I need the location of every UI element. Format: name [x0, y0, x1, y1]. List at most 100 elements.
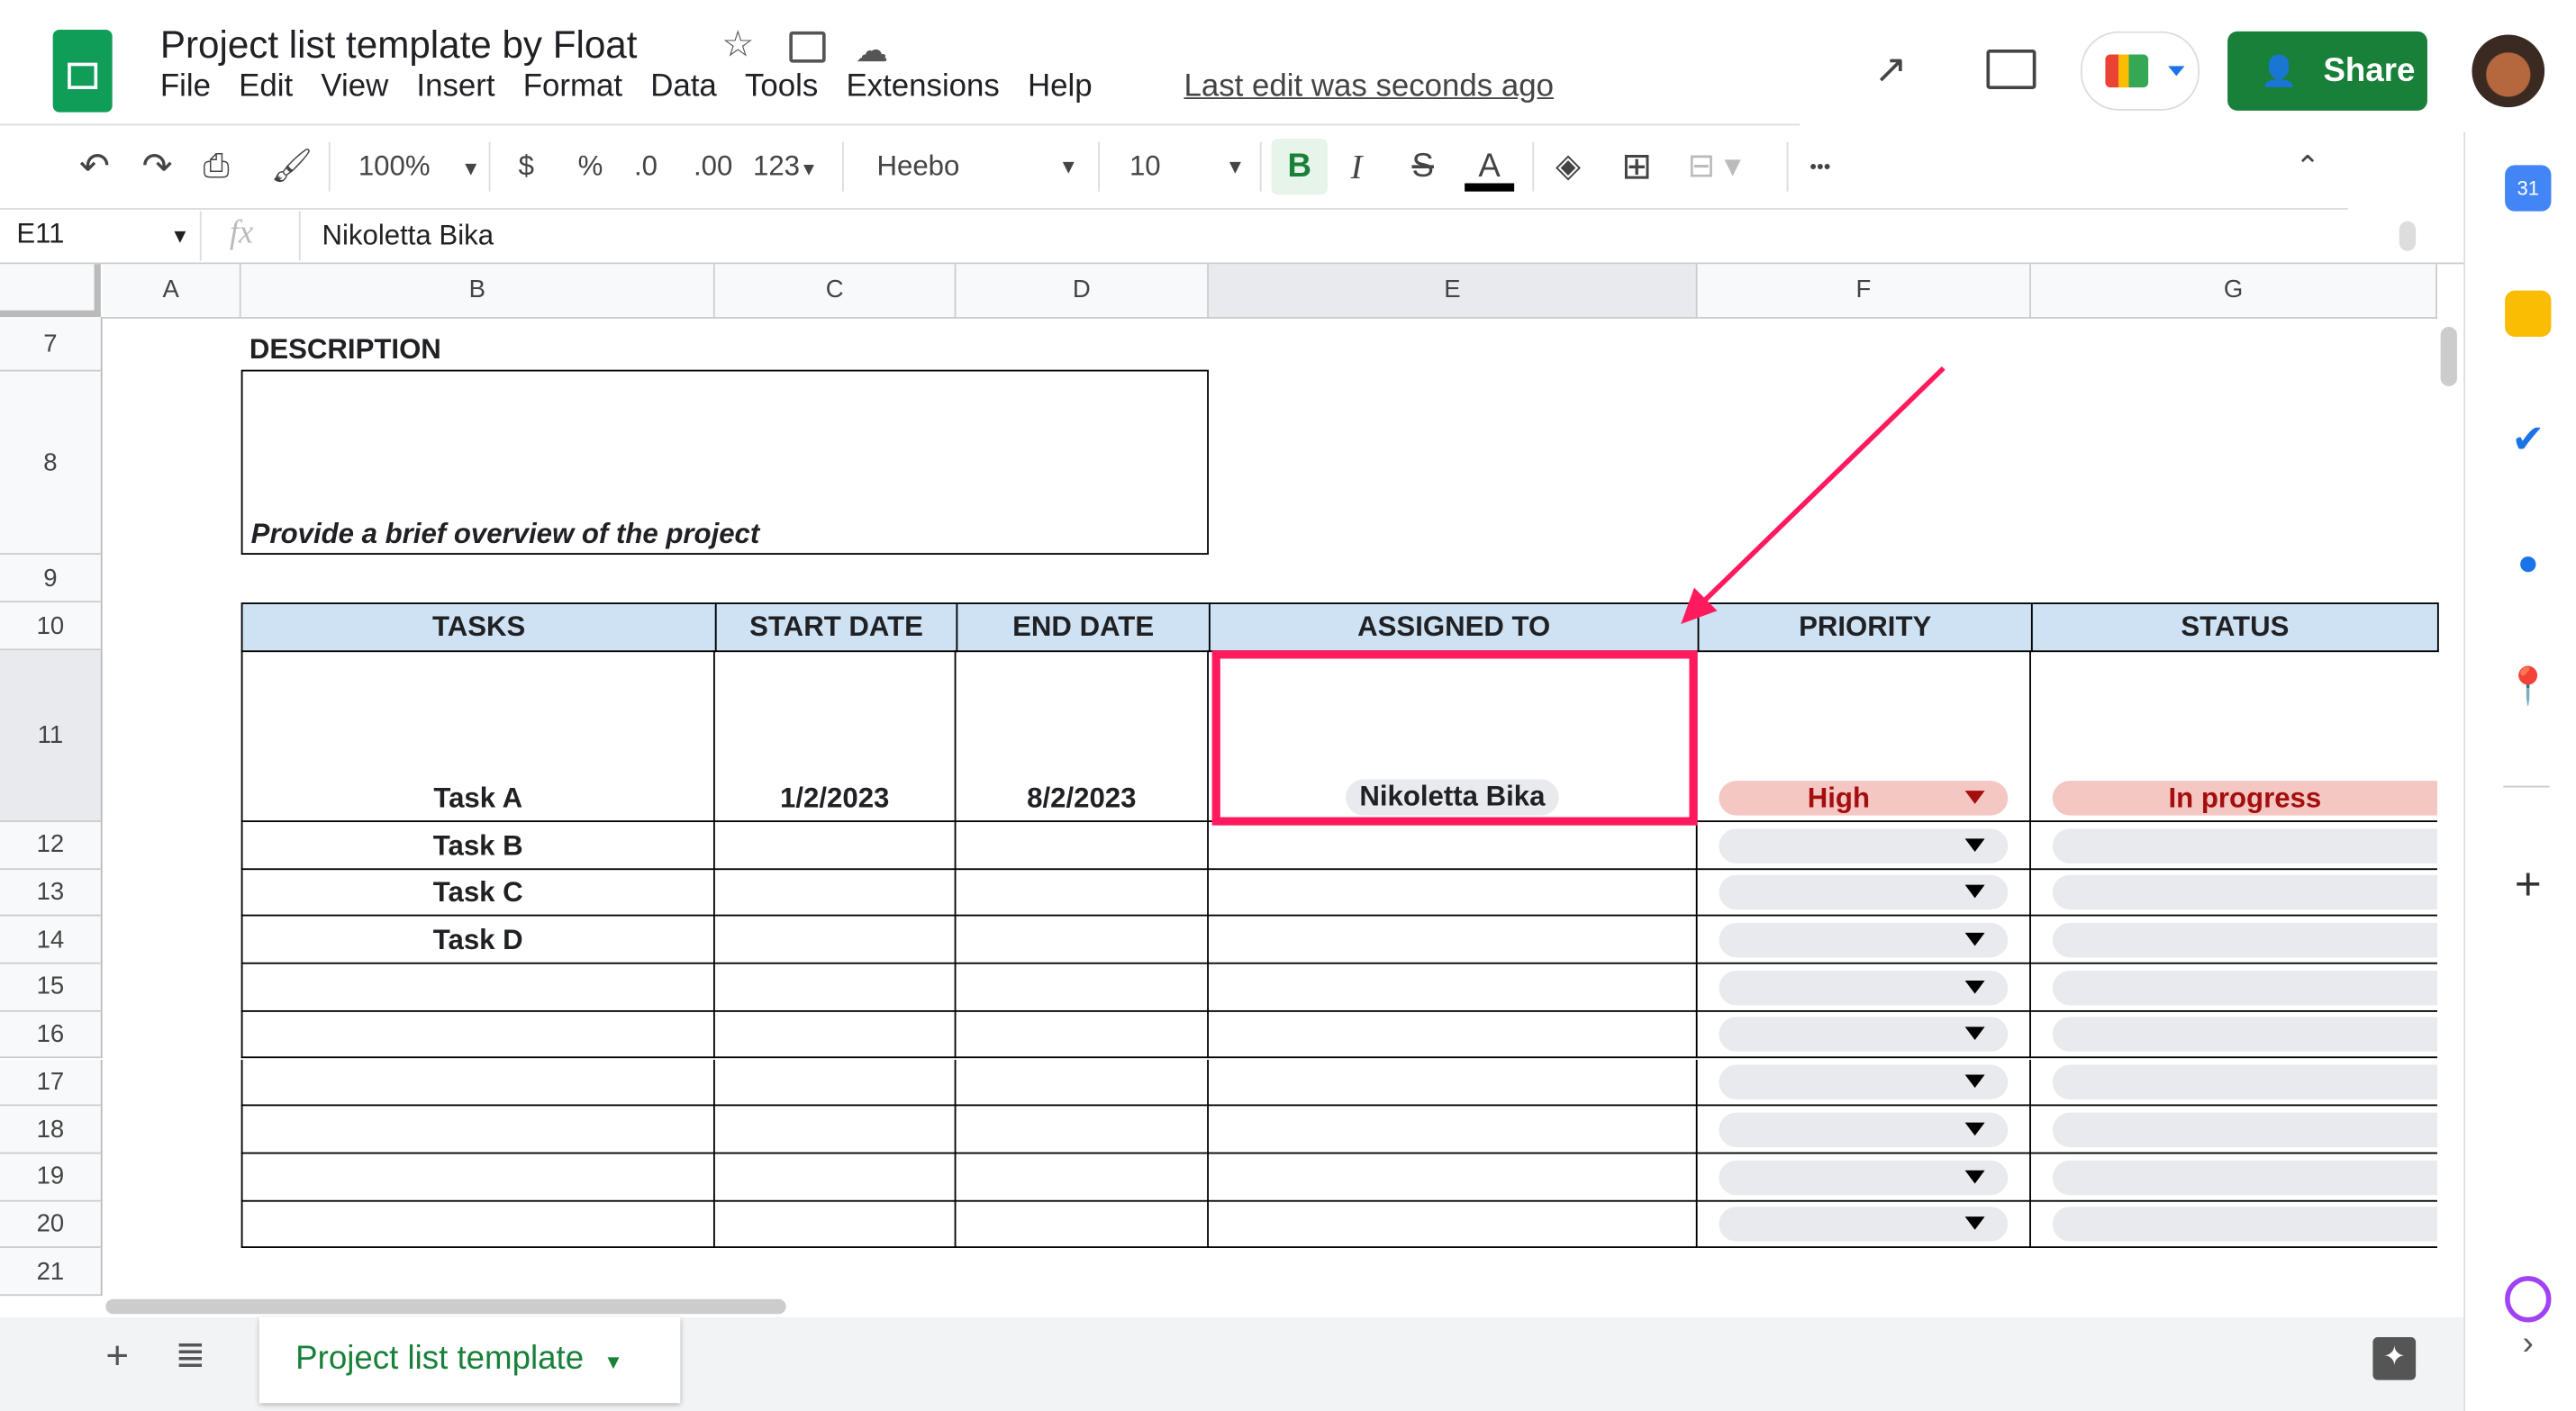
cell-priority[interactable]	[1697, 1011, 2031, 1060]
currency-button[interactable]: $	[519, 145, 534, 188]
sheets-logo[interactable]	[52, 29, 113, 113]
priority-dropdown[interactable]	[1719, 1207, 2009, 1243]
redo-button[interactable]: ↷	[142, 145, 173, 188]
cell-task[interactable]	[240, 1106, 715, 1154]
percent-button[interactable]: %	[578, 145, 603, 188]
cell-priority[interactable]	[1697, 963, 2031, 1012]
priority-dropdown[interactable]	[1719, 1064, 2009, 1100]
italic-button[interactable]: I	[1351, 145, 1363, 188]
formula-input[interactable]: Nikoletta Bika	[322, 220, 494, 253]
cell-assigned[interactable]	[1208, 869, 1698, 918]
cell-start[interactable]	[714, 1106, 957, 1154]
cell-assigned[interactable]	[1208, 1059, 1698, 1107]
row-header-10[interactable]: 10	[0, 602, 103, 651]
paint-format-button[interactable]: 🖌	[271, 145, 313, 188]
menu-tools[interactable]: Tools	[745, 69, 818, 104]
cell-status[interactable]	[2030, 1201, 2437, 1249]
status-dropdown[interactable]	[2052, 970, 2437, 1006]
column-header-b[interactable]: B	[240, 264, 715, 319]
select-all-corner[interactable]	[0, 264, 101, 317]
status-dropdown[interactable]	[2052, 1064, 2437, 1100]
column-header-d[interactable]: D	[956, 264, 1209, 319]
cell-start[interactable]	[714, 1059, 957, 1107]
cell-priority[interactable]	[1697, 869, 2031, 918]
expand-panel-icon[interactable]: ›	[2505, 1325, 2551, 1371]
row-header-16[interactable]: 16	[0, 1011, 103, 1060]
cell-status[interactable]	[2030, 1107, 2437, 1154]
cell-status[interactable]	[2030, 822, 2437, 870]
cell-start[interactable]	[714, 869, 957, 918]
formula-scroll[interactable]	[2399, 221, 2417, 251]
cell-status[interactable]: In progress	[2030, 650, 2437, 822]
cell-start[interactable]	[714, 917, 957, 964]
row-header-19[interactable]: 19	[0, 1153, 103, 1201]
print-button[interactable]: ⎙	[203, 145, 229, 188]
keep-icon[interactable]	[2505, 290, 2552, 337]
tasks-icon[interactable]: ✔	[2505, 416, 2551, 462]
row-header-11[interactable]: 11	[0, 650, 103, 822]
cell-start[interactable]	[714, 1200, 957, 1249]
column-header-e[interactable]: E	[1208, 264, 1698, 319]
cell-end[interactable]: 8/2/2023	[956, 650, 1209, 822]
add-sheet-button[interactable]: +	[105, 1334, 129, 1379]
row-header-13[interactable]: 13	[0, 869, 103, 918]
row-header-21[interactable]: 21	[0, 1248, 103, 1297]
menu-edit[interactable]: Edit	[239, 69, 293, 104]
cell-priority[interactable]	[1697, 917, 2031, 964]
font-select[interactable]: Heebo ▼	[876, 145, 1078, 188]
row-header-12[interactable]: 12	[0, 821, 103, 870]
font-size-select[interactable]: 10 ▼	[1129, 145, 1245, 188]
cell-start[interactable]	[714, 1011, 957, 1060]
cell-assigned[interactable]	[1208, 1200, 1698, 1249]
row-header-18[interactable]: 18	[0, 1106, 103, 1154]
trend-icon[interactable]: ↗	[1874, 46, 1908, 94]
cell-task[interactable]	[240, 1011, 715, 1060]
cell-priority[interactable]: High	[1697, 650, 2031, 822]
column-header-g[interactable]: G	[2030, 264, 2437, 319]
priority-dropdown[interactable]	[1719, 970, 2009, 1006]
column-header-a[interactable]: A	[102, 264, 241, 319]
undo-button[interactable]: ↶	[79, 145, 110, 188]
cell-end[interactable]	[956, 1106, 1209, 1154]
menu-extensions[interactable]: Extensions	[846, 69, 999, 104]
cell-end[interactable]	[956, 1153, 1209, 1201]
share-button[interactable]: 👤 Share	[2227, 31, 2427, 111]
cell-task[interactable]	[240, 1153, 715, 1201]
cell-end[interactable]	[956, 1011, 1209, 1060]
sheet-tab[interactable]: Project list template ▼	[259, 1316, 681, 1404]
priority-dropdown[interactable]	[1719, 1160, 2009, 1195]
cell-assigned[interactable]	[1208, 1011, 1698, 1060]
row-header-8[interactable]: 8	[0, 371, 103, 555]
row-header-9[interactable]: 9	[0, 554, 103, 603]
priority-dropdown[interactable]	[1719, 922, 2009, 958]
cell-task[interactable]: Task A	[240, 650, 715, 822]
menu-format[interactable]: Format	[523, 69, 622, 104]
calendar-icon[interactable]: 31	[2505, 165, 2552, 212]
menu-insert[interactable]: Insert	[416, 69, 494, 104]
strikethrough-button[interactable]: S	[1411, 145, 1433, 188]
status-dropdown[interactable]	[2052, 828, 2437, 864]
row-header-15[interactable]: 15	[0, 963, 103, 1012]
name-box[interactable]: E11 ▼	[16, 218, 189, 251]
cell-status[interactable]	[2030, 1011, 2437, 1060]
star-icon[interactable]: ☆	[721, 23, 754, 67]
increase-decimal-button[interactable]: .00	[694, 145, 732, 188]
cell-end[interactable]	[956, 1200, 1209, 1249]
collapse-icon[interactable]: ⌃	[2295, 145, 2320, 188]
cell-priority[interactable]	[1697, 821, 2031, 870]
priority-dropdown[interactable]	[1719, 1112, 2009, 1147]
bold-button[interactable]: B	[1271, 138, 1328, 195]
cell-end[interactable]	[956, 1059, 1209, 1107]
cell-assigned[interactable]	[1208, 821, 1698, 870]
maps-icon[interactable]: 📍	[2505, 665, 2551, 711]
cell-end[interactable]	[956, 821, 1209, 870]
cell-status[interactable]	[2030, 964, 2437, 1012]
cell-priority[interactable]	[1697, 1106, 2031, 1154]
cell-status[interactable]	[2030, 1153, 2437, 1201]
priority-dropdown[interactable]: High	[1719, 781, 2009, 816]
cell-end[interactable]	[956, 963, 1209, 1012]
menu-file[interactable]: File	[160, 69, 211, 104]
cell-status[interactable]	[2030, 870, 2437, 918]
cell-task[interactable]	[240, 1200, 715, 1249]
cell-status[interactable]	[2030, 917, 2437, 964]
